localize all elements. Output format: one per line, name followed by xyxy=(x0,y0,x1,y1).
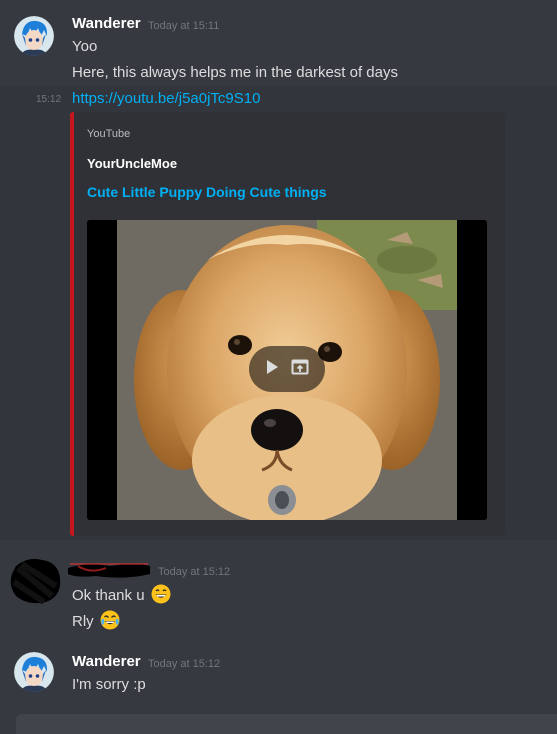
message-timestamp: Today at 15:12 xyxy=(158,566,231,578)
message-text: Ok thank u xyxy=(72,587,145,604)
message-text: Rly xyxy=(72,613,94,630)
redacted-author-name[interactable] xyxy=(66,560,152,580)
grinning-face-emoji xyxy=(151,584,171,604)
avatar-redacted[interactable] xyxy=(8,556,62,605)
side-timestamp: 15:12 xyxy=(36,94,62,105)
open-external-icon[interactable] xyxy=(291,358,309,381)
message-timestamp: Today at 15:11 xyxy=(148,20,220,32)
message-input-box[interactable] xyxy=(16,714,557,734)
message-text: I'm sorry :p xyxy=(72,676,146,693)
message-timestamp: Today at 15:12 xyxy=(148,658,221,670)
play-icon[interactable] xyxy=(265,359,279,380)
message-text-row: Rly xyxy=(72,610,120,630)
video-controls-overlay[interactable] xyxy=(249,346,325,392)
tears-of-joy-emoji xyxy=(100,610,120,630)
avatar-wanderer[interactable] xyxy=(14,652,54,692)
youtube-link[interactable]: https://youtu.be/j5a0jTc9S10 xyxy=(72,90,260,107)
embed-author[interactable]: YourUncleMoe xyxy=(87,156,177,171)
message-text-row: Ok thank u xyxy=(72,584,171,604)
message-text: Yoo xyxy=(72,38,98,55)
avatar-wanderer[interactable] xyxy=(14,16,54,56)
message-text: Here, this always helps me in the darkes… xyxy=(72,64,398,81)
author-name[interactable]: Wanderer xyxy=(72,15,141,32)
author-name[interactable]: Wanderer xyxy=(72,653,141,670)
embed-title[interactable]: Cute Little Puppy Doing Cute things xyxy=(87,184,327,200)
embed-provider[interactable]: YouTube xyxy=(87,128,130,140)
